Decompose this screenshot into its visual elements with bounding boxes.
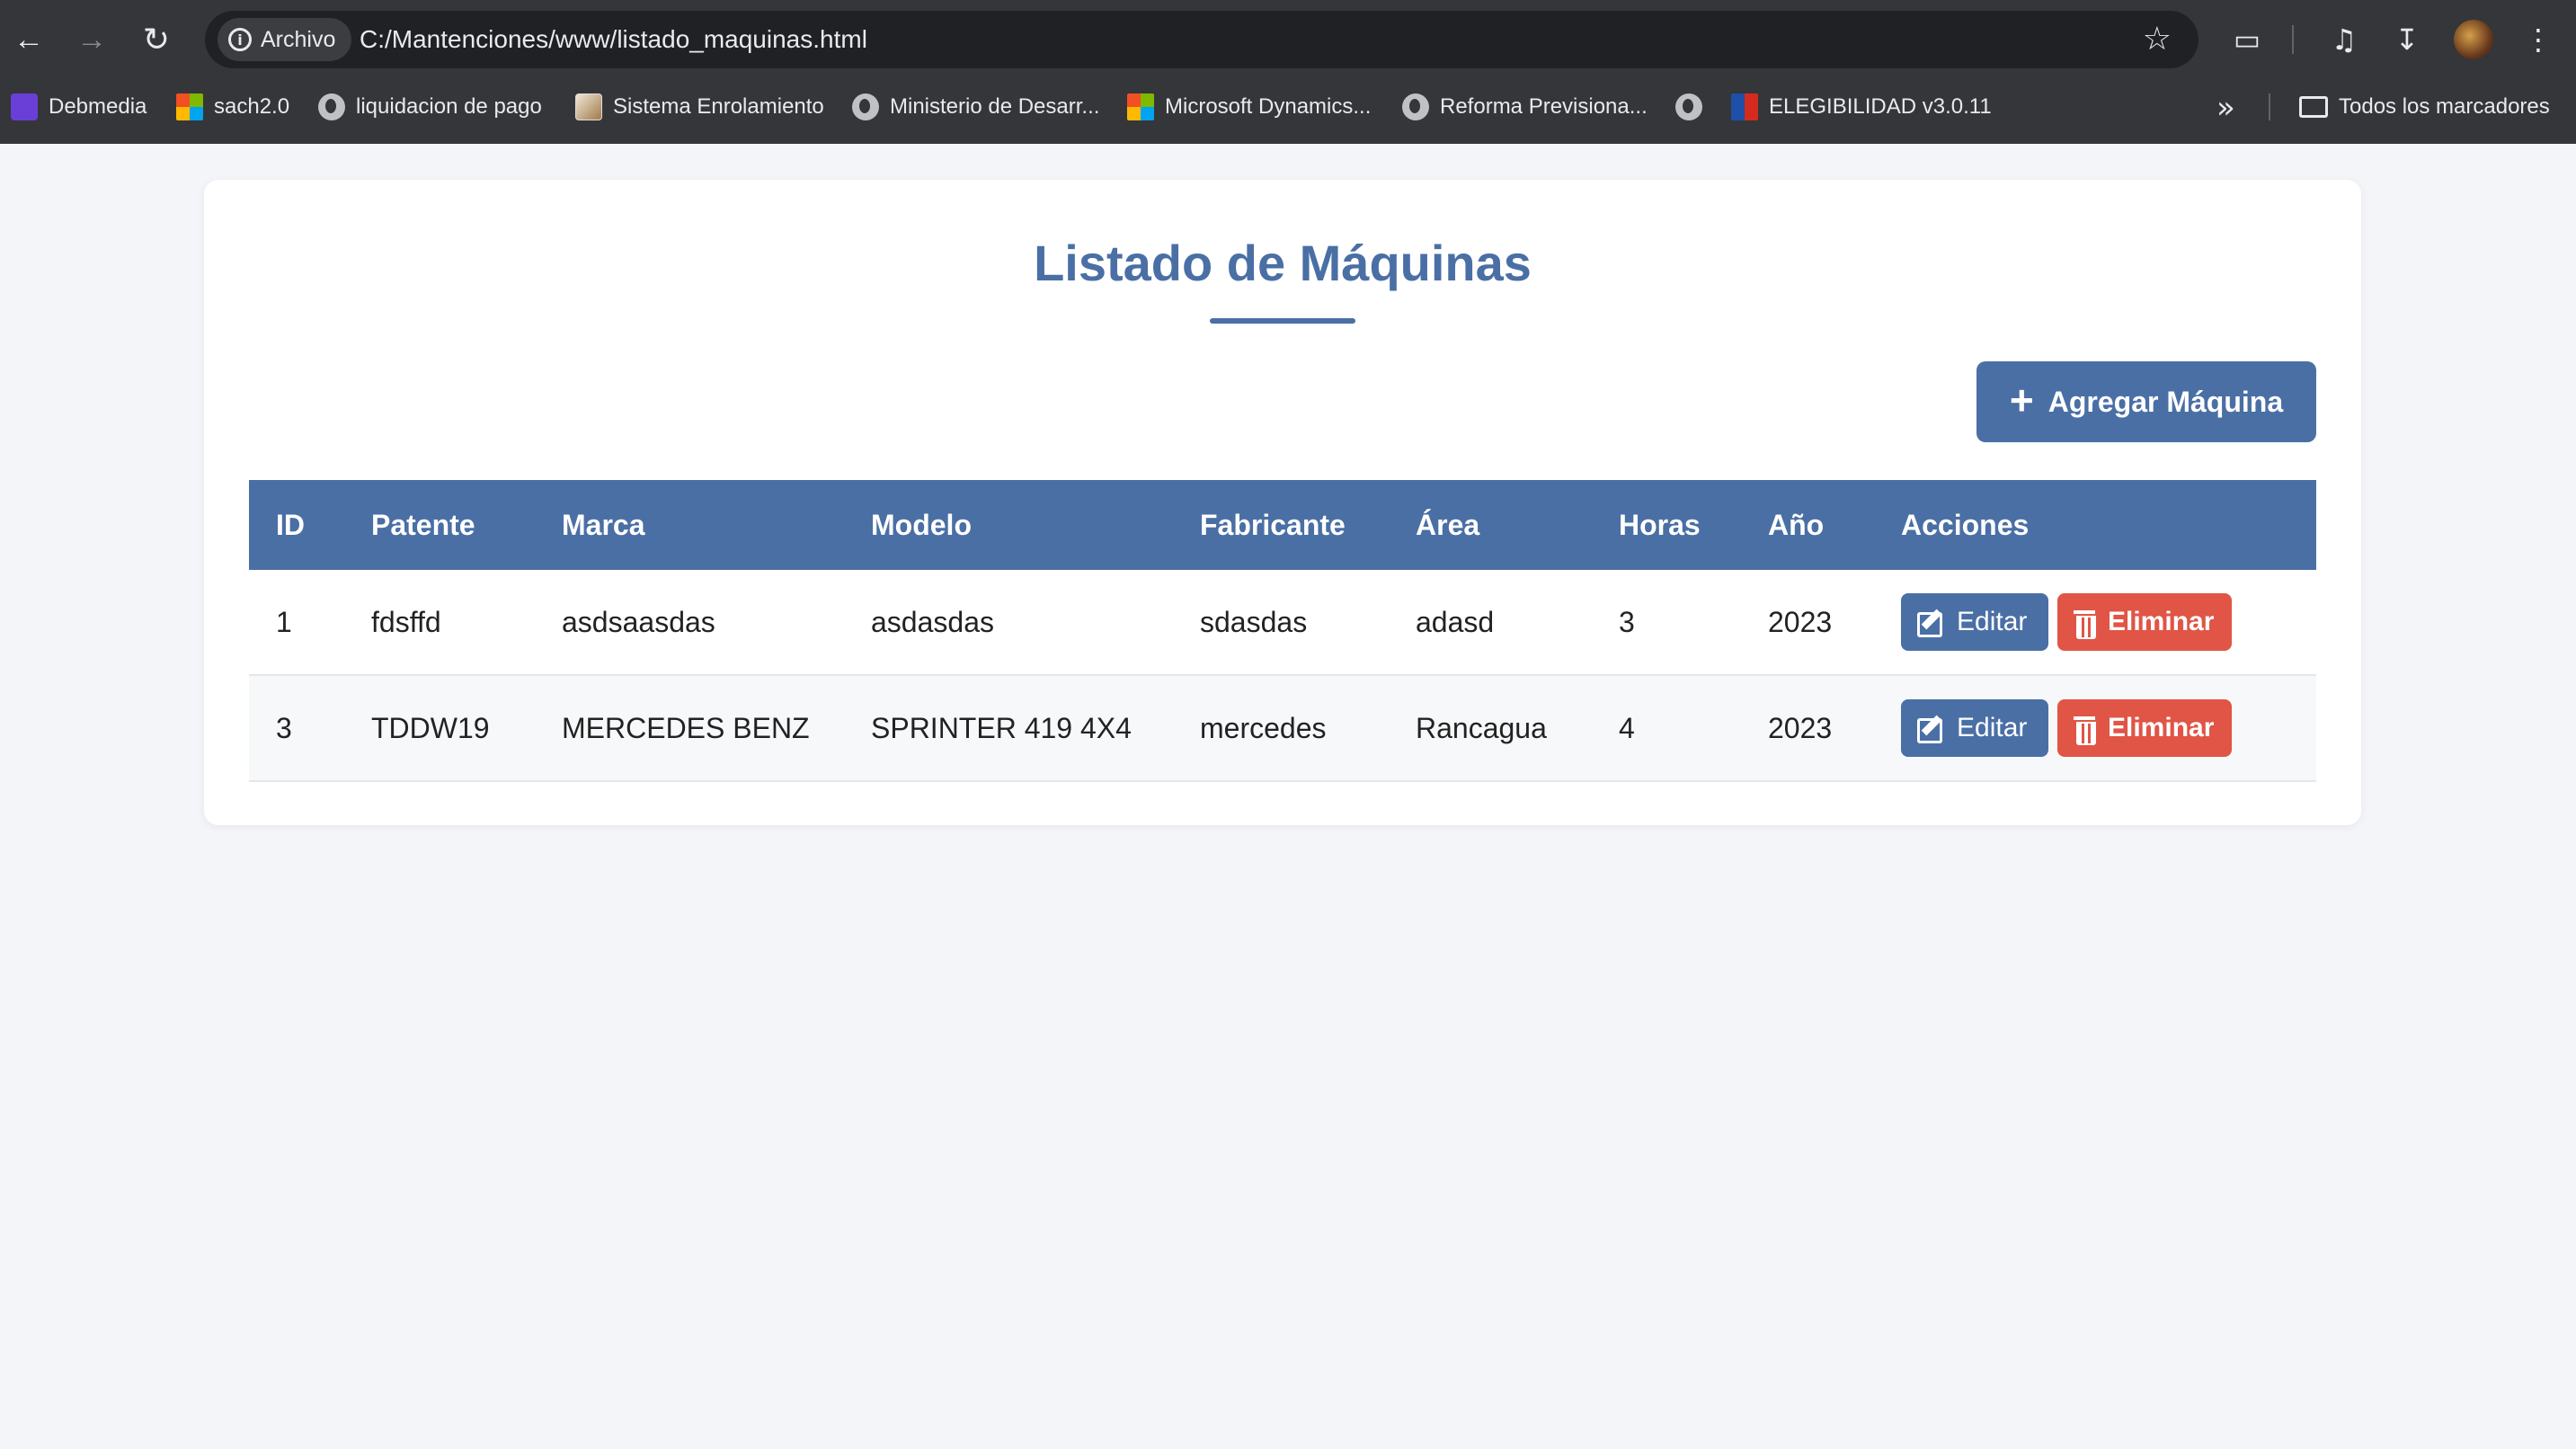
content-card: Listado de Máquinas + Agregar Máquina ID… [204,180,2361,825]
globe-icon [1675,93,1702,120]
site-info-label: Archivo [261,26,336,52]
profile-avatar[interactable] [2454,20,2493,59]
edit-icon [1917,609,1944,637]
bookmark-label: Microsoft Dynamics... [1165,94,1372,119]
title-underline [1210,318,1355,324]
cell-marca: asdsaasdas [562,605,715,638]
plus-icon: + [2009,377,2034,423]
globe-icon [1402,93,1429,120]
cell-fabricante: sdasdas [1200,605,1308,638]
table-header: ID Patente Marca Modelo Fabricante Área … [249,480,2316,570]
column-header: Fabricante [1200,508,1346,541]
cell-fabricante: mercedes [1200,711,1327,744]
microsoft-icon [1127,93,1154,120]
globe-icon [852,93,879,120]
bookmark-item[interactable]: liquidacion de pago [318,92,542,122]
cell-horas: 4 [1619,711,1635,744]
bookmarks-divider [2269,93,2270,120]
url-text[interactable]: C:/Mantenciones/www/listado_maquinas.htm… [360,11,867,68]
bookmark-item[interactable]: Reforma Previsiona... [1402,92,1648,122]
column-header: Patente [371,508,475,541]
bookmarks-bar: Debmedia sach2.0 liquidacion de pago Sis… [0,79,2576,133]
back-icon[interactable]: ← [7,18,50,61]
menu-kebab-icon[interactable]: ⋮ [2517,18,2560,61]
delete-label: Eliminar [2108,713,2215,742]
bookmark-label: ELEGIBILIDAD v3.0.11 [1769,94,1992,119]
edit-label: Editar [1957,713,2028,742]
column-header: Horas [1619,508,1701,541]
bookmark-label: liquidacion de pago [356,94,542,119]
table-row: 1 fdsffd asdsaasdas asdasdas sdasdas ada… [249,570,2316,676]
chevron-double-right-icon[interactable]: » [2216,90,2235,126]
flag-icon [1731,93,1758,120]
trash-icon [2074,715,2096,745]
bookmark-label: Ministerio de Desarr... [890,94,1100,119]
bookmark-item[interactable]: Sistema Enrolamiento [575,92,824,122]
cell-area: Rancagua [1416,711,1547,744]
cell-patente: TDDW19 [371,711,490,744]
trash-icon [2074,609,2096,639]
reload-icon[interactable]: ↻ [135,18,178,61]
bookmark-star-icon[interactable]: ☆ [2143,11,2172,68]
add-machine-label: Agregar Máquina [2047,385,2284,418]
column-header: Modelo [871,508,972,541]
cell-modelo: asdasdas [871,605,994,638]
info-icon: i [228,28,252,51]
purple-app-icon [11,93,38,120]
edit-button[interactable]: Editar [1901,593,2048,651]
bookmark-item[interactable]: Ministerio de Desarr... [852,92,1099,122]
bookmark-label: Sistema Enrolamiento [613,94,824,119]
download-icon[interactable]: ↧ [2385,18,2429,61]
globe-icon [318,93,345,120]
cell-marca: MERCEDES BENZ [562,711,810,744]
forward-icon[interactable]: → [70,18,113,61]
cell-modelo: SPRINTER 419 4X4 [871,711,1132,744]
column-header: ID [276,508,305,541]
bookmark-item[interactable]: ELEGIBILIDAD v3.0.11 [1731,92,1992,122]
column-header: Área [1416,508,1480,541]
extensions-icon[interactable]: ▭ [2225,18,2269,61]
column-header: Marca [562,508,645,541]
add-machine-button[interactable]: + Agregar Máquina [1976,361,2316,442]
cell-anio: 2023 [1768,605,1833,638]
cell-anio: 2023 [1768,711,1833,744]
bookmark-label: sach2.0 [214,94,290,119]
cell-area: adasd [1416,605,1495,638]
microsoft-icon [176,93,203,120]
site-image-icon [575,93,602,120]
cell-id: 3 [276,711,292,744]
cell-id: 1 [276,605,292,638]
bookmark-item[interactable] [1675,92,1702,122]
bookmark-label: Debmedia [49,94,147,119]
table-row: 3 TDDW19 MERCEDES BENZ SPRINTER 419 4X4 … [249,676,2316,782]
browser-chrome: ← → ↻ i Archivo C:/Mantenciones/www/list… [0,0,2576,144]
cell-horas: 3 [1619,605,1635,638]
all-bookmarks-button[interactable]: Todos los marcadores [2299,92,2550,122]
address-bar[interactable]: i Archivo C:/Mantenciones/www/listado_ma… [205,11,2198,68]
edit-button[interactable]: Editar [1901,699,2048,757]
bookmark-item[interactable]: Debmedia [11,92,147,122]
folder-icon [2299,96,2328,118]
page-title: Listado de Máquinas [1034,235,1532,291]
all-bookmarks-label: Todos los marcadores [2339,94,2550,119]
delete-button[interactable]: Eliminar [2057,593,2232,651]
media-control-icon[interactable]: ♫ [2323,18,2366,61]
column-header: Año [1768,508,1825,541]
cell-patente: fdsffd [371,605,441,638]
edit-label: Editar [1957,607,2028,636]
site-info-chip[interactable]: i Archivo [218,18,352,61]
edit-icon [1917,715,1944,743]
machines-table: ID Patente Marca Modelo Fabricante Área … [249,480,2316,782]
delete-label: Eliminar [2108,607,2215,636]
bookmark-label: Reforma Previsiona... [1440,94,1648,119]
column-header: Acciones [1901,508,2030,541]
toolbar-divider [2292,25,2294,54]
bookmark-item[interactable]: Microsoft Dynamics... [1127,92,1371,122]
delete-button[interactable]: Eliminar [2057,699,2232,757]
bookmark-item[interactable]: sach2.0 [176,92,289,122]
browser-toolbar: ← → ↻ i Archivo C:/Mantenciones/www/list… [0,0,2576,79]
